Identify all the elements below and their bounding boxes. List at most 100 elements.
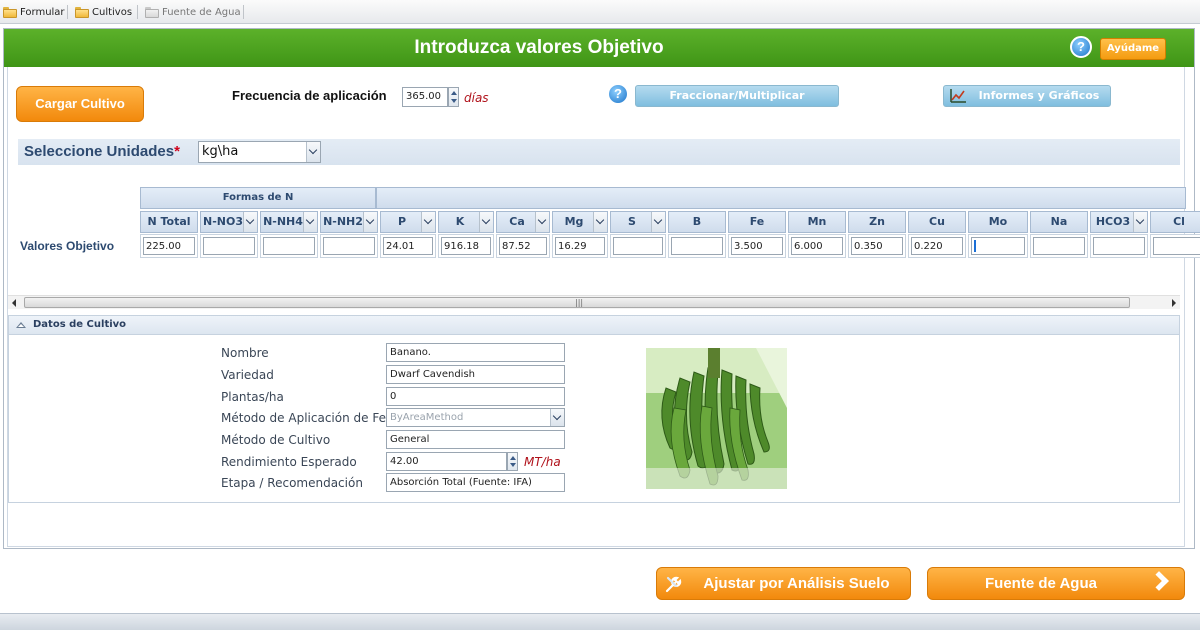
title-banner: Introduzca valores Objetivo ? Ayúdame [4, 29, 1194, 67]
chevron-down-icon[interactable] [306, 142, 320, 162]
target-value-input[interactable]: 0.350 [851, 237, 903, 255]
tab-divider [137, 5, 138, 19]
chevron-down-icon[interactable] [651, 212, 665, 232]
wrench-icon [665, 576, 682, 593]
crop-data-header[interactable]: Datos de Cultivo [8, 315, 1180, 335]
col-header-mo: Mo [968, 211, 1028, 233]
chevron-down-icon[interactable] [1133, 212, 1147, 232]
water-source-button[interactable]: Fuente de Agua [927, 567, 1185, 600]
tab-formular[interactable]: Formular [3, 4, 65, 20]
target-value-input[interactable] [263, 237, 315, 255]
col-header-hco3[interactable]: HCO3 [1090, 211, 1148, 233]
col-header-ca[interactable]: Ca [496, 211, 550, 233]
target-value-input[interactable]: 24.01 [383, 237, 433, 255]
chevron-down-icon[interactable] [303, 212, 317, 232]
horizontal-scrollbar[interactable]: ||| [8, 295, 1180, 309]
col-header-label: Cl [1173, 215, 1185, 228]
help-button[interactable]: Ayúdame [1100, 38, 1166, 60]
method-select-value: ByAreaMethod [390, 412, 464, 423]
chevron-down-icon[interactable] [550, 409, 564, 426]
col-header-zn: Zn [848, 211, 906, 233]
col-header-k[interactable]: K [438, 211, 494, 233]
help-icon[interactable]: ? [1070, 36, 1092, 58]
col-header-mg[interactable]: Mg [552, 211, 608, 233]
cell-s [610, 234, 666, 258]
scrollbar-thumb[interactable]: ||| [24, 297, 1130, 308]
scroll-left-icon[interactable] [12, 299, 16, 307]
split-application-button[interactable]: Fraccionar/Multiplicar Aplicación [635, 85, 839, 122]
col-header-n-no3[interactable]: N-NO3 [200, 211, 258, 233]
cultivation-field[interactable]: General [386, 430, 565, 449]
col-header-label: Mg [564, 215, 584, 228]
variety-field[interactable]: Dwarf Cavendish [386, 365, 565, 384]
col-header-label: Zn [869, 215, 885, 228]
chevron-down-icon[interactable] [421, 212, 435, 232]
stage-field[interactable]: Absorción Total (Fuente: IFA) [386, 473, 565, 492]
method-label: Método de Aplicación de Fert. [221, 411, 400, 425]
target-value-input[interactable]: 225.00 [143, 237, 195, 255]
cell-cu: 0.220 [908, 234, 966, 258]
col-header-p[interactable]: P [380, 211, 436, 233]
yield-spinner[interactable] [507, 452, 518, 471]
name-field[interactable]: Banano. [386, 343, 565, 362]
cultivation-label: Método de Cultivo [221, 433, 331, 447]
col-header-s[interactable]: S [610, 211, 666, 233]
target-value-input[interactable] [323, 237, 375, 255]
tab-cultivos[interactable]: Cultivos [75, 4, 132, 20]
col-header-label: S [628, 215, 636, 228]
main-panel: Introduzca valores Objetivo ? Ayúdame Ca… [3, 28, 1200, 549]
target-value-input[interactable] [971, 237, 1025, 255]
reports-button[interactable]: Informes y Gráficos [943, 85, 1111, 107]
chevron-down-icon[interactable] [535, 212, 549, 232]
split-help-icon[interactable]: ? [607, 83, 629, 105]
units-label: Seleccione Unidades* [24, 143, 180, 160]
content-area: Cargar Cultivo Frecuencia de aplicación … [7, 67, 1200, 547]
chevron-down-icon[interactable] [593, 212, 607, 232]
target-value-input[interactable]: 6.000 [791, 237, 843, 255]
target-value-input[interactable]: 916.18 [441, 237, 491, 255]
load-crop-button[interactable]: Cargar Cultivo [16, 86, 144, 122]
adjust-soil-button[interactable]: Ajustar por Análisis Suelo [656, 567, 911, 600]
col-header-na: Na [1030, 211, 1088, 233]
cell-fe: 3.500 [728, 234, 786, 258]
col-header-mn: Mn [788, 211, 846, 233]
frequency-input[interactable]: 365.00 [402, 87, 448, 107]
target-value-input[interactable]: 3.500 [731, 237, 783, 255]
crop-data-title: Datos de Cultivo [33, 319, 127, 330]
target-value-input[interactable] [1093, 237, 1145, 255]
chevron-down-icon[interactable] [243, 212, 257, 232]
cell-n-nh4 [260, 234, 318, 258]
col-header-n-nh4[interactable]: N-NH4 [260, 211, 318, 233]
yield-field[interactable]: 42.00 [386, 452, 507, 471]
target-value-input[interactable] [203, 237, 255, 255]
target-value-input[interactable] [1153, 237, 1200, 255]
frequency-spinner[interactable] [448, 87, 459, 107]
chevron-down-icon[interactable] [479, 212, 493, 232]
cell-p: 24.01 [380, 234, 436, 258]
units-select[interactable]: kg\ha [198, 141, 321, 163]
col-header-label: B [692, 215, 702, 228]
cell-ca: 87.52 [496, 234, 550, 258]
target-values-label: Valores Objetivo [20, 239, 115, 253]
method-select[interactable]: ByAreaMethod [386, 408, 565, 427]
col-header-label: Ca [509, 215, 525, 228]
tab-fuente-de-agua[interactable]: Fuente de Agua [145, 4, 241, 20]
target-value-input[interactable]: 16.29 [555, 237, 605, 255]
scroll-right-icon[interactable] [1172, 299, 1176, 307]
target-value-input[interactable]: 87.52 [499, 237, 547, 255]
collapse-icon[interactable] [16, 322, 26, 328]
name-label: Nombre [221, 346, 269, 360]
frequency-label: Frecuencia de aplicación [232, 88, 387, 103]
target-value-input[interactable] [1033, 237, 1085, 255]
plants-field[interactable]: 0 [386, 387, 565, 406]
units-bar [18, 139, 1180, 165]
col-header-label: Cu [929, 215, 945, 228]
scroll-grip: ||| [575, 298, 584, 307]
target-value-input[interactable]: 0.220 [911, 237, 963, 255]
tab-divider [243, 5, 244, 19]
col-header-n-nh2[interactable]: N-NH2 [320, 211, 378, 233]
target-value-input[interactable] [613, 237, 663, 255]
chevron-down-icon[interactable] [363, 212, 377, 232]
cell-b [668, 234, 726, 258]
target-value-input[interactable] [671, 237, 723, 255]
